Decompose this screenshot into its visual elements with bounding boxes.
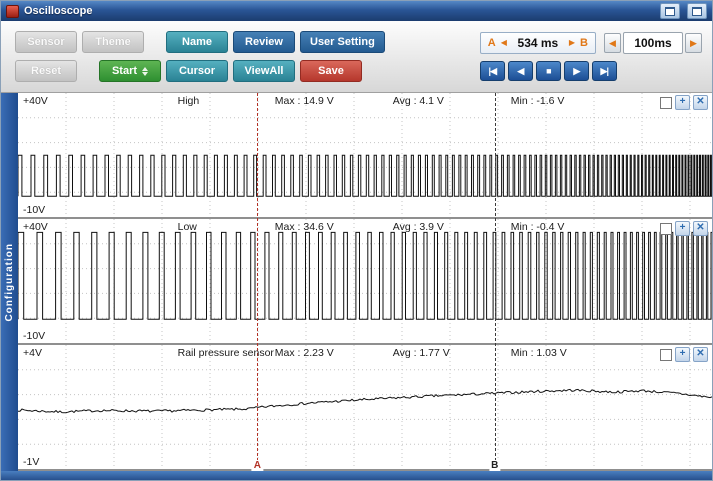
configuration-tab[interactable]: Configuration: [1, 93, 18, 471]
zoom-in-icon[interactable]: +: [675, 347, 690, 362]
start-button-label: Start: [112, 65, 137, 77]
voltage-max-label: +4V: [23, 347, 42, 359]
cursor-a-line[interactable]: [257, 93, 258, 471]
time-control-cluster: A ◀ 534 ms ▶ B ◀ 100ms ▶ |◀ ◀ ■ ▶ ▶|: [480, 32, 702, 81]
cursor-b-marker: B: [489, 460, 500, 471]
stat-avg: Avg : 4.1 V: [393, 95, 444, 107]
cursor-b-arrow-icon[interactable]: ▶: [569, 39, 575, 47]
maximize-window-button[interactable]: [687, 3, 707, 19]
restore-icon: [665, 7, 675, 16]
channel-checkbox[interactable]: [660, 349, 672, 361]
channel-stack: +40V High Max : 14.9 V Avg : 4.1 V Min :…: [18, 93, 712, 471]
channel-checkbox[interactable]: [660, 97, 672, 109]
cursor-b-label: B: [580, 37, 588, 49]
voltage-min-label: -1V: [23, 456, 39, 468]
channel-panel-rail-pressure: +4V Rail pressure sensor Max : 2.23 V Av…: [18, 345, 712, 471]
stat-min: Min : -0.4 V: [511, 221, 565, 233]
stat-min: Min : 1.03 V: [511, 347, 567, 359]
cursor-a-arrow-icon[interactable]: ◀: [501, 39, 507, 47]
window-bottom-frame: [1, 471, 712, 480]
window-title: Oscilloscope: [24, 5, 653, 17]
waveform-low: [18, 219, 712, 343]
play-button[interactable]: ▶: [564, 61, 589, 81]
voltage-max-label: +40V: [23, 95, 48, 107]
review-button[interactable]: Review: [233, 31, 295, 53]
toolbar-button-grid: Sensor Theme Name Review User Setting Re…: [15, 31, 385, 82]
timebase-selector: ◀ 100ms ▶: [604, 32, 702, 54]
voltage-max-label: +40V: [23, 221, 48, 233]
skip-to-start-button[interactable]: |◀: [480, 61, 505, 81]
cursor-a-marker: A: [252, 460, 263, 471]
cursor-delta-time: 534 ms: [512, 36, 564, 50]
sensor-button[interactable]: Sensor: [15, 31, 77, 53]
stat-max: Max : 14.9 V: [275, 95, 334, 107]
configuration-tab-label: Configuration: [4, 243, 15, 322]
stop-button[interactable]: ■: [536, 61, 561, 81]
zoom-in-icon[interactable]: +: [675, 95, 690, 110]
channel-controls: + ✕: [660, 221, 708, 236]
theme-button[interactable]: Theme: [82, 31, 144, 53]
playback-controls: |◀ ◀ ■ ▶ ▶|: [480, 61, 617, 81]
cursor-button[interactable]: Cursor: [166, 60, 228, 82]
stat-max: Max : 34.6 V: [275, 221, 334, 233]
timebase-decrease-button[interactable]: ◀: [604, 33, 621, 53]
waveform-high: [18, 93, 712, 217]
close-channel-icon[interactable]: ✕: [693, 347, 708, 362]
cursor-time-readout: A ◀ 534 ms ▶ B: [480, 32, 596, 54]
toolbar-row-1: Sensor Theme Name Review User Setting: [15, 31, 385, 53]
channel-name: Low: [178, 221, 197, 233]
channel-checkbox[interactable]: [660, 223, 672, 235]
close-channel-icon[interactable]: ✕: [693, 221, 708, 236]
voltage-min-label: -10V: [23, 330, 45, 342]
timebase-value: 100ms: [623, 32, 683, 54]
stat-avg: Avg : 3.9 V: [393, 221, 444, 233]
user-setting-button[interactable]: User Setting: [300, 31, 385, 53]
title-bar: Oscilloscope: [1, 1, 712, 21]
app-icon: [6, 5, 19, 18]
close-channel-icon[interactable]: ✕: [693, 95, 708, 110]
oscilloscope-window: Oscilloscope Sensor Theme Name Review Us…: [0, 0, 713, 481]
step-back-button[interactable]: ◀: [508, 61, 533, 81]
save-button[interactable]: Save: [300, 60, 362, 82]
maximize-icon: [692, 7, 702, 16]
channel-panel-high: +40V High Max : 14.9 V Avg : 4.1 V Min :…: [18, 93, 712, 219]
start-spinner-icon: [142, 67, 148, 76]
stat-max: Max : 2.23 V: [275, 347, 334, 359]
toolbar: Sensor Theme Name Review User Setting Re…: [1, 21, 712, 93]
scope-area: Configuration +40V High Max : 14.9 V Avg…: [1, 93, 712, 471]
reset-button[interactable]: Reset: [15, 60, 77, 82]
stat-avg: Avg : 1.77 V: [393, 347, 450, 359]
cursor-b-line[interactable]: [495, 93, 496, 471]
skip-to-end-button[interactable]: ▶|: [592, 61, 617, 81]
stat-min: Min : -1.6 V: [511, 95, 565, 107]
voltage-min-label: -10V: [23, 204, 45, 216]
waveform-rail-pressure: [18, 345, 712, 469]
channel-name: Rail pressure sensor: [178, 347, 274, 359]
cursor-a-label: A: [488, 37, 496, 49]
toolbar-row-2: Reset Start Cursor ViewAll Save: [15, 60, 385, 82]
timebase-increase-button[interactable]: ▶: [685, 33, 702, 53]
viewall-button[interactable]: ViewAll: [233, 60, 295, 82]
channel-name: High: [178, 95, 200, 107]
restore-window-button[interactable]: [660, 3, 680, 19]
start-button[interactable]: Start: [99, 60, 161, 82]
name-button[interactable]: Name: [166, 31, 228, 53]
channel-panel-low: +40V Low Max : 34.6 V Avg : 3.9 V Min : …: [18, 219, 712, 345]
channel-controls: + ✕: [660, 347, 708, 362]
channel-controls: + ✕: [660, 95, 708, 110]
time-readout-row: A ◀ 534 ms ▶ B ◀ 100ms ▶: [480, 32, 702, 54]
zoom-in-icon[interactable]: +: [675, 221, 690, 236]
